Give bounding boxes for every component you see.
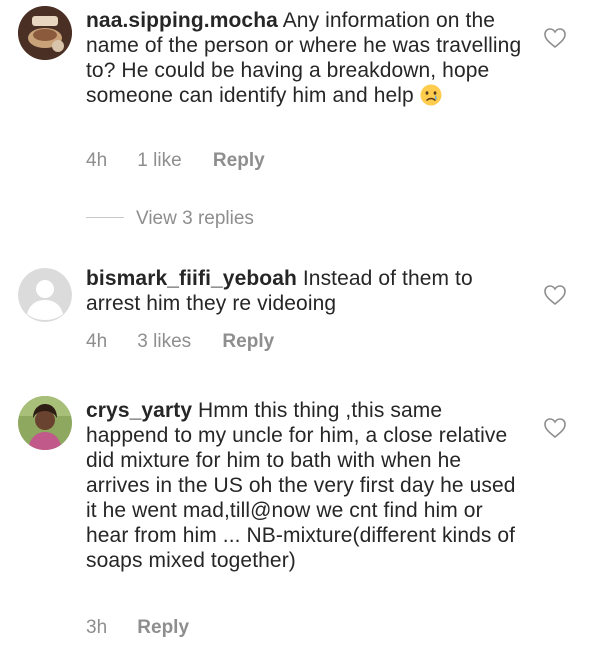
comment-meta: 4h 3 likes Reply: [86, 331, 274, 353]
comment-meta: 4h 1 like Reply: [86, 150, 265, 172]
reply-button[interactable]: Reply: [137, 617, 189, 639]
comment-likes[interactable]: 1 like: [137, 150, 181, 172]
view-replies-label: View 3 replies: [136, 208, 254, 229]
reply-button[interactable]: Reply: [222, 331, 274, 353]
heart-outline-icon[interactable]: [543, 417, 567, 439]
comment-body: bismark_fiifi_yeboah Instead of them to …: [86, 266, 526, 316]
comment-item: crys_yarty Hmm this thing ,this same hap…: [0, 392, 600, 657]
comment-body: crys_yarty Hmm this thing ,this same hap…: [86, 398, 526, 573]
comment-username[interactable]: crys_yarty: [86, 399, 192, 422]
view-replies-button[interactable]: View 3 replies: [86, 208, 254, 230]
comment-body: naa.sipping.mocha Any information on the…: [86, 8, 526, 108]
heart-outline-icon[interactable]: [543, 27, 567, 49]
avatar[interactable]: [18, 6, 72, 60]
avatar[interactable]: [18, 396, 72, 450]
comment-username[interactable]: bismark_fiifi_yeboah: [86, 267, 297, 290]
comment-text: Hmm this thing ,this same happend to my …: [86, 399, 516, 572]
crying-face-icon: [420, 84, 442, 106]
comment-time: 4h: [86, 150, 108, 171]
comment-meta: 3h Reply: [86, 617, 189, 639]
heart-outline-icon[interactable]: [543, 284, 567, 306]
reply-button[interactable]: Reply: [213, 150, 265, 172]
comment-time: 4h: [86, 331, 108, 352]
divider: [86, 217, 124, 218]
default-avatar-icon[interactable]: [18, 268, 72, 322]
comment-likes[interactable]: 3 likes: [137, 331, 191, 353]
comment-time: 3h: [86, 617, 108, 638]
comment-item: bismark_fiifi_yeboah Instead of them to …: [0, 260, 600, 380]
comment-item: naa.sipping.mocha Any information on the…: [0, 0, 600, 250]
comment-username[interactable]: naa.sipping.mocha: [86, 9, 278, 32]
